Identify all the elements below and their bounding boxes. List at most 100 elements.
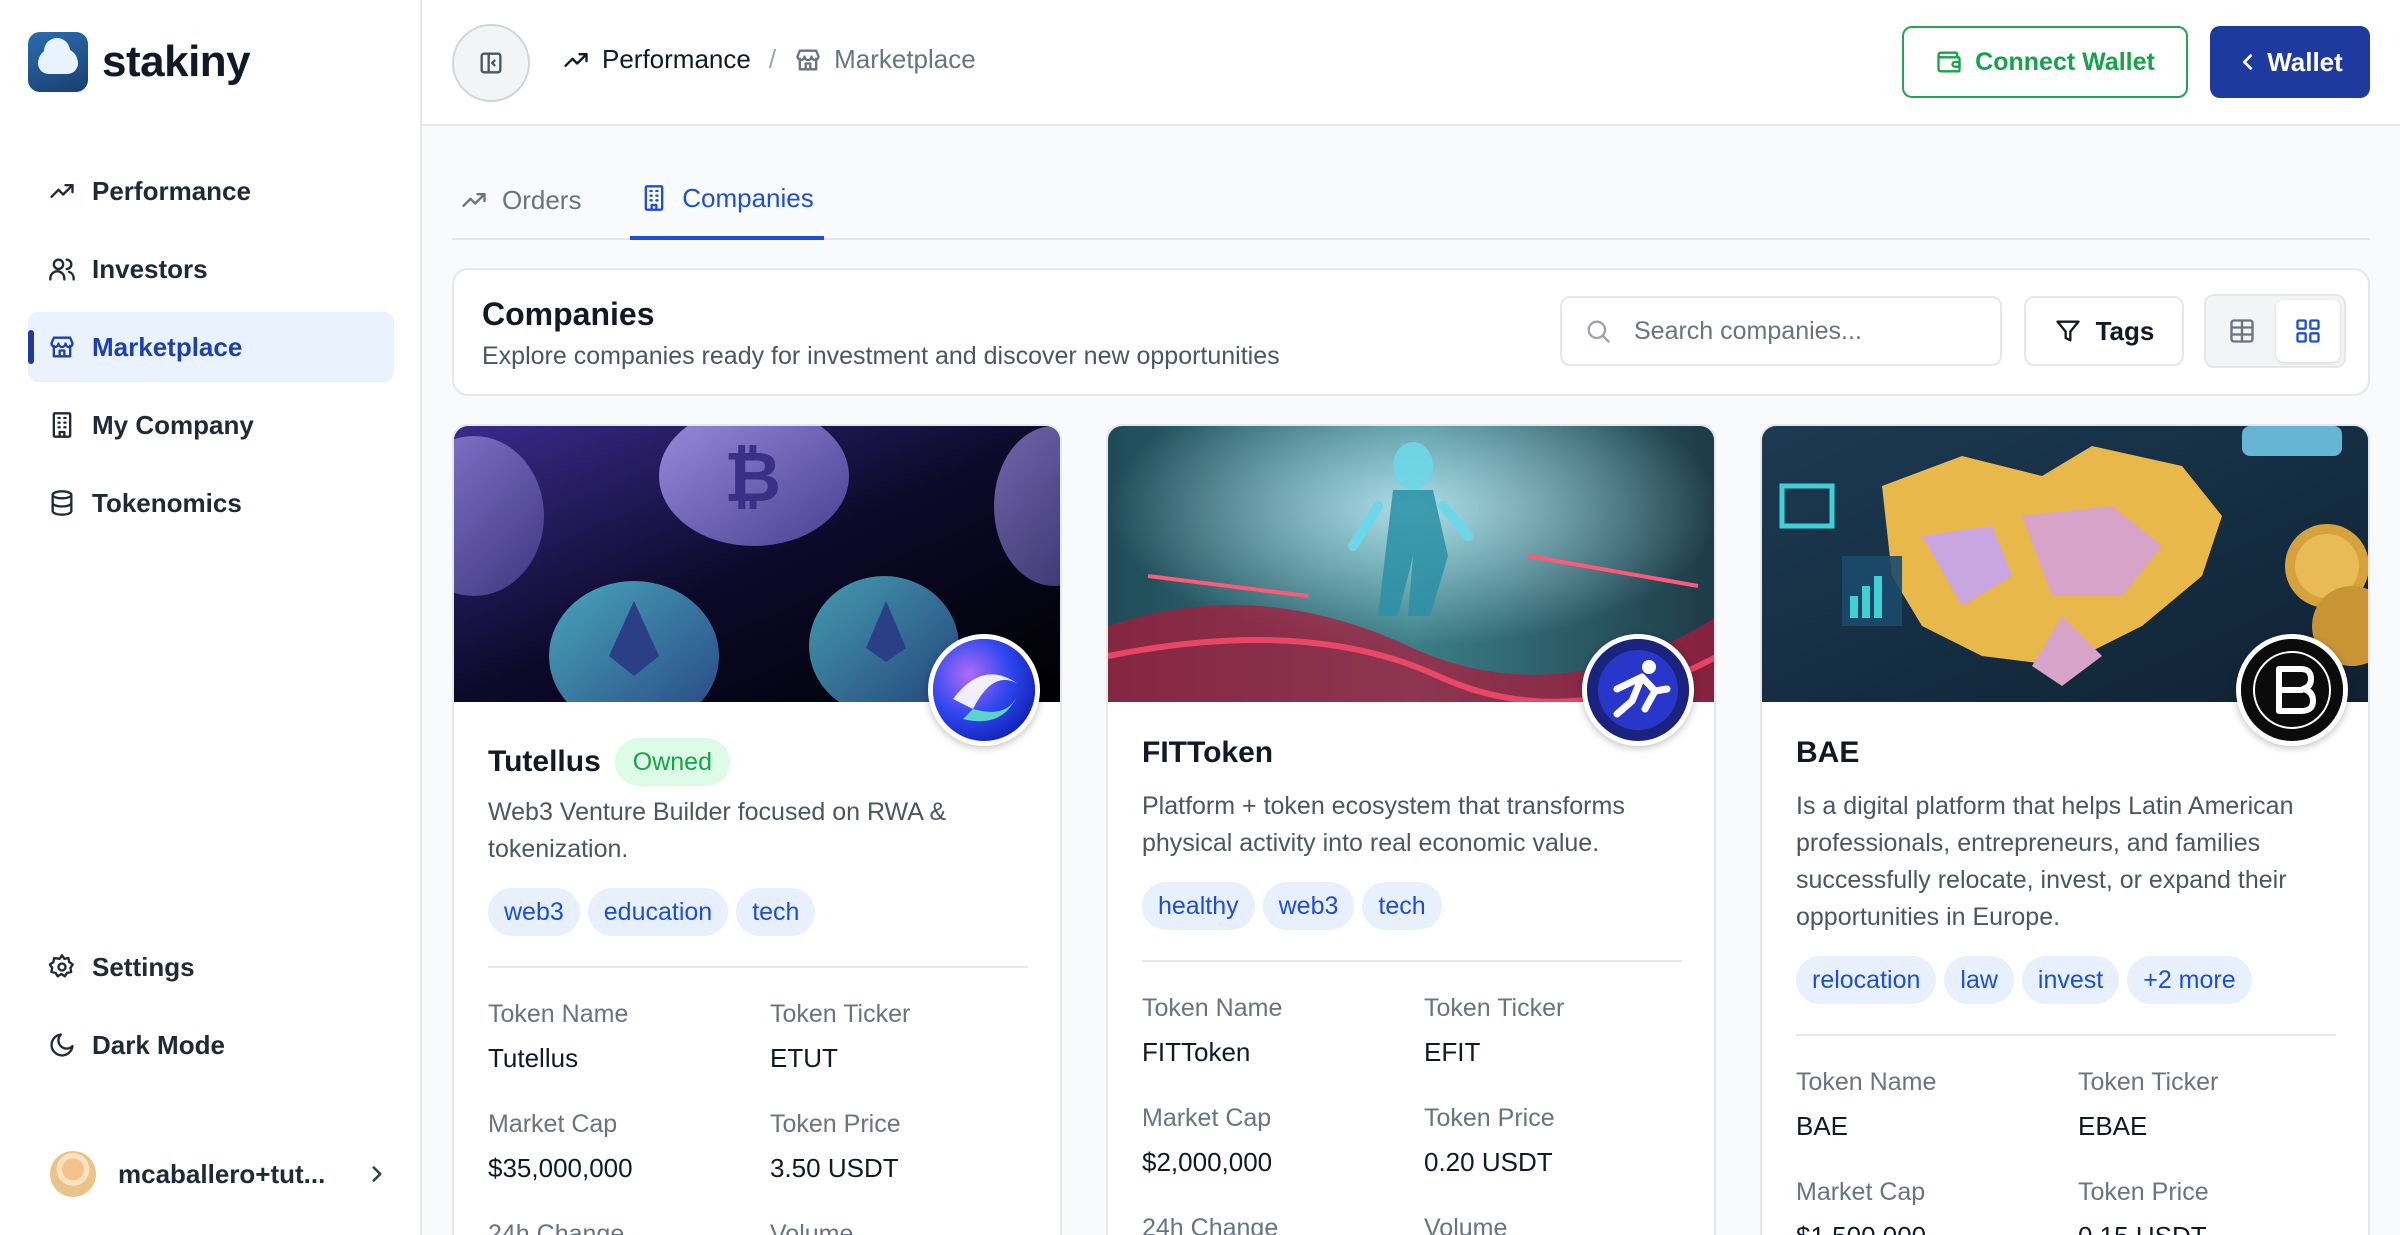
moon-icon <box>50 1033 74 1057</box>
field-value: EFIT <box>1424 1037 1481 1067</box>
company-title: FITToken <box>1142 736 1273 770</box>
breadcrumb-separator: / <box>768 44 777 74</box>
field-label: Token Price <box>2078 1178 2209 1206</box>
field-value: Tutellus <box>488 1043 579 1073</box>
breadcrumb: Performance / Marketplace <box>562 44 976 75</box>
field-label: Token Ticker <box>2078 1068 2219 1096</box>
page-subtitle: Explore companies ready for investment a… <box>482 342 1280 370</box>
breadcrumb-performance[interactable]: Performance <box>562 44 751 75</box>
tag-chip[interactable]: tech <box>736 888 816 936</box>
brand[interactable]: stakiny <box>28 32 251 92</box>
sidebar-item-marketplace[interactable]: Marketplace <box>28 312 394 382</box>
tag-chip[interactable]: web3 <box>1262 882 1355 930</box>
tags-label: Tags <box>2095 315 2155 346</box>
field-label: Token Name <box>1796 1068 1937 1096</box>
company-card-tutellus[interactable]: ₿ Tutellus Owned Web3 Venture Builder fo… <box>452 424 1062 1235</box>
field-label: Token Name <box>488 1000 629 1028</box>
sidebar: stakiny Performance Investors Marketplac… <box>0 0 422 1235</box>
brand-logo-icon <box>28 32 88 92</box>
search-box[interactable] <box>1560 296 2002 366</box>
token-ticker-field: Token Ticker ETUT <box>770 1000 1040 1074</box>
tag-chip[interactable]: tech <box>1362 882 1442 930</box>
tag-chip[interactable]: invest <box>2021 956 2120 1004</box>
wallet-icon <box>1937 51 1961 73</box>
company-name: Tutellus <box>488 745 601 778</box>
company-card-bae[interactable]: BAE Is a digital platform that helps Lat… <box>1760 424 2370 1235</box>
volume-field: Volume <box>770 1220 1040 1235</box>
field-label: Token Price <box>770 1110 901 1138</box>
sidebar-nav: Performance Investors Marketplace My Com… <box>28 156 394 546</box>
volume-field: Volume <box>1424 1214 1694 1235</box>
store-icon <box>796 49 820 71</box>
company-logo <box>928 634 1040 746</box>
page-title: Companies <box>482 296 655 332</box>
store-icon <box>50 336 74 358</box>
field-label: Market Cap <box>1142 1104 1272 1132</box>
filter-icon <box>2055 320 2080 342</box>
tag-chip[interactable]: education <box>587 888 729 936</box>
sidebar-toggle-button[interactable] <box>452 24 530 102</box>
sidebar-item-label: Dark Mode <box>92 1029 225 1060</box>
field-label: Token Ticker <box>770 1000 911 1028</box>
sidebar-item-label: Settings <box>92 951 195 982</box>
company-card-fittoken[interactable]: FITToken Platform + token ecosystem that… <box>1106 424 1716 1235</box>
view-toggle <box>2204 294 2346 368</box>
company-description: Web3 Venture Builder focused on RWA & to… <box>488 798 947 863</box>
database-icon <box>51 490 73 516</box>
sidebar-item-settings[interactable]: Settings <box>28 932 394 1002</box>
search-input[interactable] <box>1634 316 1994 346</box>
tag-chip[interactable]: law <box>1944 956 2014 1004</box>
sidebar-item-investors[interactable]: Investors <box>28 234 394 304</box>
grid-icon <box>2296 319 2320 343</box>
sidebar-bottom: Settings Dark Mode <box>28 932 394 1088</box>
sidebar-item-label: Performance <box>92 175 251 206</box>
building-icon <box>52 412 72 438</box>
user-menu[interactable]: mcaballero+tut... <box>50 1146 390 1202</box>
company-description: Is a digital platform that helps Latin A… <box>1796 792 2294 931</box>
gear-icon <box>48 954 74 978</box>
field-value: EBAE <box>2078 1111 2148 1141</box>
sidebar-item-tokenomics[interactable]: Tokenomics <box>28 468 394 538</box>
market-cap-field: Market Cap $35,000,000 <box>488 1110 758 1184</box>
company-logo <box>1582 634 1694 746</box>
company-description: Platform + token ecosystem that transfor… <box>1142 792 1625 857</box>
users-icon <box>49 258 75 281</box>
company-tags: healthy web3 tech <box>1142 882 1450 930</box>
trending-up-icon <box>50 184 74 198</box>
wallet-button[interactable]: Wallet <box>2210 26 2370 98</box>
breadcrumb-marketplace: Marketplace <box>794 44 976 75</box>
sidebar-item-label: Tokenomics <box>92 487 242 518</box>
change-field: 24h Change <box>1142 1214 1412 1235</box>
field-label: Token Name <box>1142 994 1283 1022</box>
tab-orders[interactable]: Orders <box>452 160 592 240</box>
table-view-button[interactable] <box>2210 300 2274 362</box>
chevron-right-icon <box>372 1166 382 1182</box>
company-tags: relocation law invest +2 more <box>1796 956 2260 1004</box>
sidebar-item-label: Investors <box>92 253 208 284</box>
more-tags-chip[interactable]: +2 more <box>2127 956 2252 1004</box>
field-value: $1,500,000 <box>1796 1221 2066 1235</box>
divider <box>1142 960 1682 962</box>
grid-view-button[interactable] <box>2276 300 2340 362</box>
token-name-field: Token Name Tutellus <box>488 1000 758 1074</box>
company-title: BAE <box>1796 736 1859 770</box>
tag-chip[interactable]: relocation <box>1796 956 1937 1004</box>
token-price-field: Token Price 3.50 USDT <box>770 1110 1040 1184</box>
owned-badge: Owned <box>614 738 730 786</box>
dark-mode-toggle[interactable]: Dark Mode <box>28 1010 394 1080</box>
tags-filter-button[interactable]: Tags <box>2024 296 2184 366</box>
company-tags: web3 education tech <box>488 888 823 936</box>
tag-chip[interactable]: web3 <box>488 888 580 936</box>
tab-label: Companies <box>682 182 814 213</box>
sidebar-item-performance[interactable]: Performance <box>28 156 394 226</box>
field-label: Token Ticker <box>1424 994 1565 1022</box>
tab-companies[interactable]: Companies <box>630 160 824 240</box>
table-icon <box>2230 319 2254 343</box>
tag-chip[interactable]: healthy <box>1142 882 1255 930</box>
field-label: Volume <box>1424 1214 1508 1235</box>
field-label: 24h Change <box>488 1220 625 1235</box>
top-header: Performance / Marketplace Connect Wallet… <box>422 0 2400 126</box>
connect-wallet-button[interactable]: Connect Wallet <box>1902 26 2188 98</box>
sidebar-item-my-company[interactable]: My Company <box>28 390 394 460</box>
avatar <box>50 1151 96 1197</box>
